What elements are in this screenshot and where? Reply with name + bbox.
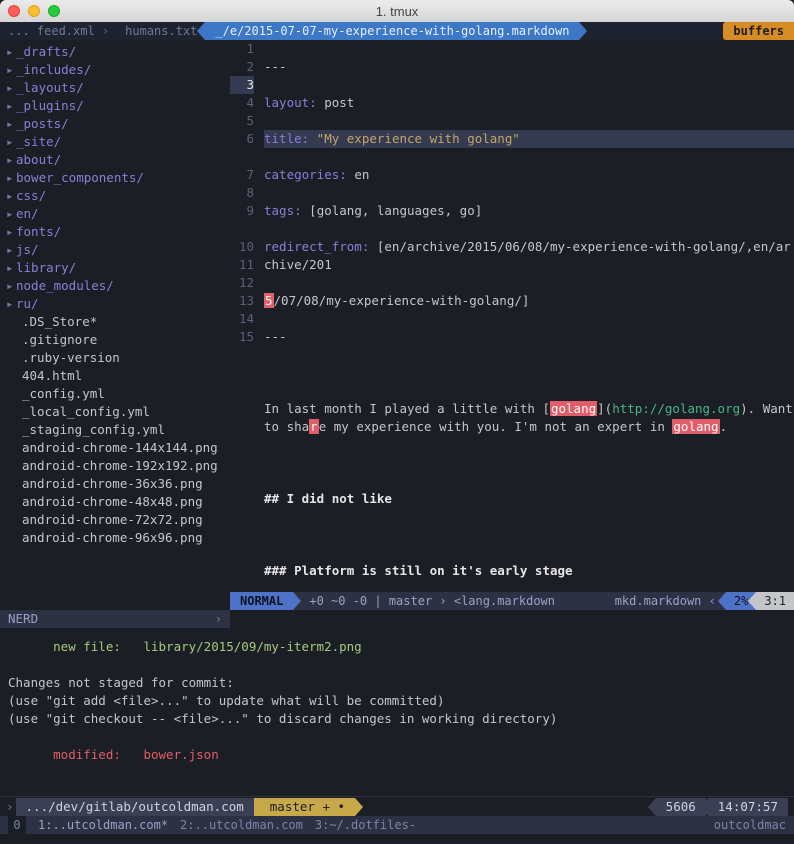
chevron-right-icon: ▸	[6, 259, 16, 277]
tmux-window-2[interactable]: 2:..utcoldman.com	[180, 816, 303, 834]
tree-dir[interactable]: ▸ _plugins/	[6, 97, 230, 115]
tree-dir[interactable]: ▸ fonts/	[6, 223, 230, 241]
tree-file[interactable]: android-chrome-48x48.png	[6, 493, 230, 511]
prompt-git-segment: master + •	[254, 798, 355, 816]
nerdtree-sidebar[interactable]: ▸ _drafts/▸ _includes/▸ _layouts/▸ _plug…	[0, 40, 230, 610]
tree-file[interactable]: android-chrome-96x96.png	[6, 529, 230, 547]
tree-file[interactable]: .gitignore	[6, 331, 230, 349]
chevron-right-icon: ▸	[6, 187, 16, 205]
chevron-right-icon: ▸	[6, 151, 16, 169]
tree-dir[interactable]: ▸ bower_components/	[6, 169, 230, 187]
tree-file[interactable]: android-chrome-144x144.png	[6, 439, 230, 457]
tree-dir[interactable]: ▸ _includes/	[6, 61, 230, 79]
tmux-session-index: 0	[8, 816, 26, 834]
chevron-right-icon: ▸	[6, 79, 16, 97]
tree-dir[interactable]: ▸ ru/	[6, 295, 230, 313]
buffer-tab-strip: ... feed.xml humans.txt _/e/2015-07-07-m…	[0, 22, 794, 40]
chevron-right-icon: ▸	[6, 61, 16, 79]
chevron-right-icon: ▸	[6, 241, 16, 259]
chevron-right-icon: ▸	[6, 295, 16, 313]
tree-file[interactable]: _local_config.yml	[6, 403, 230, 421]
tree-dir[interactable]: ▸ about/	[6, 151, 230, 169]
chevron-right-icon: ▸	[6, 133, 16, 151]
tree-dir[interactable]: ▸ _layouts/	[6, 79, 230, 97]
tree-dir[interactable]: ▸ node_modules/	[6, 277, 230, 295]
prompt-path-segment: .../dev/gitlab/outcoldman.com	[16, 798, 254, 816]
prompt-pid-segment: 5606	[656, 798, 706, 816]
terminal-pane[interactable]: new file: library/2015/09/my-iterm2.png …	[0, 610, 794, 796]
chevron-right-icon: ▸	[6, 277, 16, 295]
tree-file[interactable]: android-chrome-192x192.png	[6, 457, 230, 475]
editor-pane[interactable]: 12345 6789 1011121314 15 --- layout: pos…	[230, 40, 794, 610]
tree-file[interactable]: android-chrome-36x36.png	[6, 475, 230, 493]
chevron-right-icon: ▸	[6, 205, 16, 223]
line-number-gutter: 12345 6789 1011121314 15	[230, 40, 260, 592]
tree-file[interactable]: android-chrome-72x72.png	[6, 511, 230, 529]
tree-file[interactable]: .DS_Store*	[6, 313, 230, 331]
chevron-right-icon: ▸	[6, 169, 16, 187]
macos-titlebar: 1. tmux	[0, 0, 794, 22]
chevron-right-icon: ›	[214, 610, 222, 628]
tree-file[interactable]: _config.yml	[6, 385, 230, 403]
tree-dir[interactable]: ▸ en/	[6, 205, 230, 223]
tab-feed[interactable]: ... feed.xml	[0, 22, 117, 40]
editor-source[interactable]: --- layout: post title: "My experience w…	[260, 40, 794, 592]
window-title: 1. tmux	[0, 4, 794, 19]
tmux-host: outcoldmac	[714, 816, 786, 834]
tree-dir[interactable]: ▸ _site/	[6, 133, 230, 151]
prompt-time-segment: 14:07:57	[708, 798, 788, 816]
buffers-count-tag[interactable]: buffers	[723, 22, 794, 40]
tree-dir[interactable]: ▸ css/	[6, 187, 230, 205]
tmux-statusbar[interactable]: 0 1:..utcoldman.com* 2:..utcoldman.com 3…	[0, 816, 794, 834]
tree-dir[interactable]: ▸ library/	[6, 259, 230, 277]
chevron-right-icon: ▸	[6, 223, 16, 241]
shell-prompt[interactable]: › .../dev/gitlab/outcoldman.com master +…	[0, 796, 794, 816]
filetype-segment: mkd.markdown ‹	[605, 592, 726, 610]
tab-active[interactable]: _/e/2015-07-07-my-experience-with-golang…	[205, 22, 579, 40]
tab-humans[interactable]: humans.txt	[117, 22, 205, 40]
tree-file[interactable]: _staging_config.yml	[6, 421, 230, 439]
prompt-caret-icon: ›	[6, 798, 14, 816]
tmux-window-3[interactable]: 3:~/.dotfiles-	[315, 816, 416, 834]
tree-dir[interactable]: ▸ _posts/	[6, 115, 230, 133]
chevron-right-icon: ▸	[6, 115, 16, 133]
chevron-right-icon: ▸	[6, 97, 16, 115]
tree-file[interactable]: 404.html	[6, 367, 230, 385]
tree-dir[interactable]: ▸ _drafts/	[6, 43, 230, 61]
tmux-window-1[interactable]: 1:..utcoldman.com*	[38, 816, 168, 834]
cursor-pos-segment: 3: 1	[756, 592, 794, 610]
tree-file[interactable]: .ruby-version	[6, 349, 230, 367]
tree-dir[interactable]: ▸ js/	[6, 241, 230, 259]
chevron-right-icon: ▸	[6, 43, 16, 61]
git-status-segment: +0 ~0 -0 | master › <lang.markdown	[293, 592, 565, 610]
mode-indicator: NORMAL	[230, 592, 293, 610]
nerdtree-status: NERD ›	[0, 610, 230, 628]
vim-statusline: NORMAL +0 ~0 -0 | master › <lang.markdow…	[230, 592, 794, 610]
